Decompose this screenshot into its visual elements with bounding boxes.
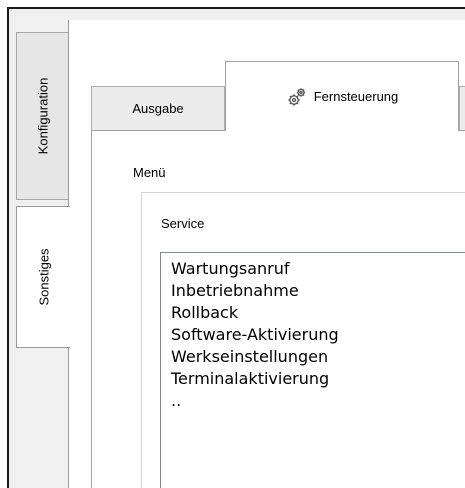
tab-label: Ausgabe bbox=[132, 101, 184, 116]
tab-label: Fernsteuerung bbox=[313, 89, 399, 104]
side-tab-sonstiges[interactable]: Sonstiges bbox=[16, 206, 70, 348]
list-item[interactable]: Werkseinstellungen bbox=[171, 346, 465, 368]
side-tab-label: Konfiguration bbox=[35, 77, 50, 155]
list-item[interactable]: Rollback bbox=[171, 302, 465, 324]
list-item[interactable]: .. bbox=[171, 390, 465, 412]
tab-next[interactable] bbox=[459, 86, 465, 130]
service-label: Service bbox=[161, 216, 205, 231]
list-item[interactable]: Inbetriebnahme bbox=[171, 280, 465, 302]
gears-icon bbox=[288, 87, 305, 106]
tab-fernsteuerung[interactable]: Fernsteuerung bbox=[225, 61, 459, 131]
side-tab-label: Sonstiges bbox=[36, 248, 51, 306]
menu-label: Menü bbox=[133, 165, 166, 180]
tab-ausgabe[interactable]: Ausgabe bbox=[91, 86, 225, 130]
side-tab-konfiguration[interactable]: Konfiguration bbox=[16, 32, 68, 200]
list-item[interactable]: Wartungsanruf bbox=[171, 258, 465, 280]
service-listbox[interactable]: Wartungsanruf Inbetriebnahme Rollback So… bbox=[160, 252, 465, 488]
list-item[interactable]: Software-Aktivierung bbox=[171, 324, 465, 346]
list-item[interactable]: Terminalaktivierung bbox=[171, 368, 465, 390]
